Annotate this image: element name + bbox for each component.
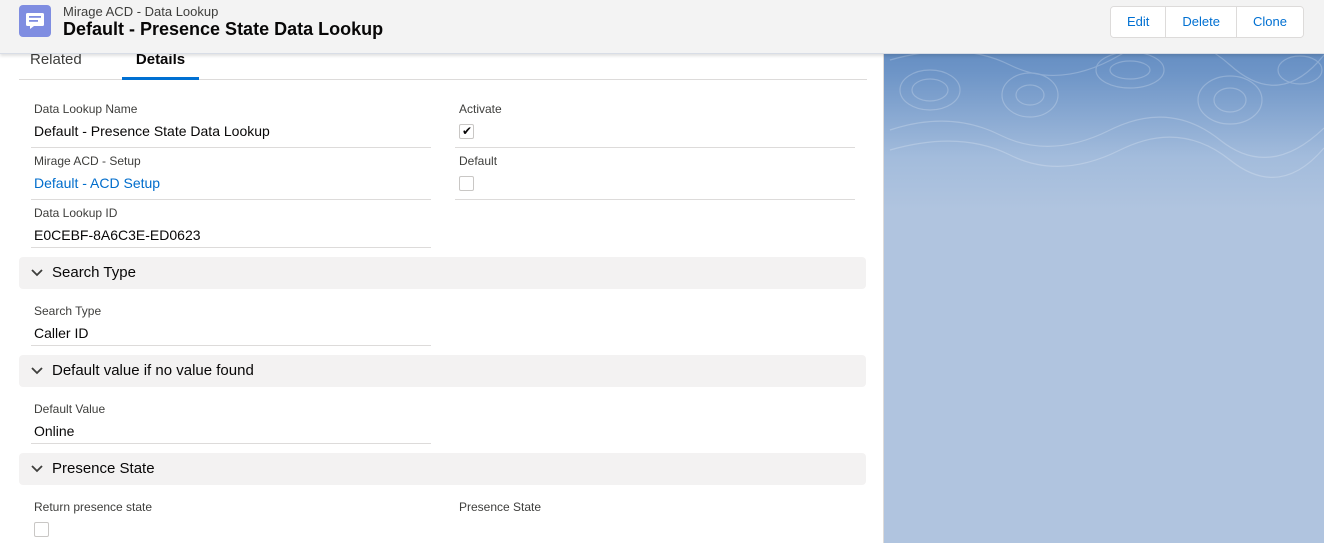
field-label: Search Type xyxy=(34,304,102,318)
field-data-lookup-name: Data Lookup Name Default - Presence Stat… xyxy=(34,102,432,141)
field-label: Return presence state xyxy=(34,500,153,514)
section-default-value[interactable]: Default value if no value found xyxy=(19,355,866,387)
field-activate: Activate ✔ xyxy=(459,102,857,139)
chevron-down-icon xyxy=(31,367,43,375)
return-presence-checkbox xyxy=(34,522,49,537)
section-title: Default value if no value found xyxy=(52,362,254,379)
field-value: Online xyxy=(34,423,75,439)
record-icon xyxy=(19,5,51,37)
edit-button[interactable]: Edit xyxy=(1111,7,1166,37)
field-search-type: Search Type Caller ID xyxy=(34,304,432,343)
activate-checkbox: ✔ xyxy=(459,124,474,139)
field-label: Data Lookup ID xyxy=(34,206,118,220)
object-type-label: Mirage ACD - Data Lookup xyxy=(63,4,219,19)
checkmark-icon: ✔ xyxy=(462,124,473,138)
section-title: Search Type xyxy=(52,264,136,281)
section-title: Presence State xyxy=(52,460,155,477)
field-label: Mirage ACD - Setup xyxy=(34,154,141,168)
field-divider xyxy=(31,247,431,248)
record-title: Default - Presence State Data Lookup xyxy=(63,19,384,39)
field-divider xyxy=(31,443,431,444)
field-label: Default xyxy=(459,154,498,168)
field-divider xyxy=(31,345,431,346)
field-value: Default - Presence State Data Lookup xyxy=(34,123,270,139)
tab-details[interactable]: Details xyxy=(122,52,199,80)
field-value: Caller ID xyxy=(34,325,89,341)
tab-bar: Related Details xyxy=(19,52,867,80)
field-return-presence-state: Return presence state xyxy=(34,500,432,537)
section-search-type[interactable]: Search Type xyxy=(19,257,866,289)
field-data-lookup-id: Data Lookup ID E0CEBF-8A6C3E-ED0623 xyxy=(34,206,432,245)
default-checkbox xyxy=(459,176,474,191)
record-detail-card: Related Details Data Lookup Name Default… xyxy=(0,52,884,543)
field-label: Data Lookup Name xyxy=(34,102,138,116)
field-acd-setup: Mirage ACD - Setup Default - ACD Setup xyxy=(34,154,432,193)
acd-setup-link[interactable]: Default - ACD Setup xyxy=(34,175,432,193)
field-presence-state: Presence State xyxy=(459,500,857,514)
delete-button[interactable]: Delete xyxy=(1165,7,1236,37)
section-presence-state[interactable]: Presence State xyxy=(19,453,866,485)
field-label: Presence State xyxy=(459,500,542,514)
field-divider xyxy=(455,147,855,148)
chevron-down-icon xyxy=(31,269,43,277)
tab-related[interactable]: Related xyxy=(30,52,82,80)
field-divider xyxy=(31,199,431,200)
chevron-down-icon xyxy=(31,465,43,473)
clone-button[interactable]: Clone xyxy=(1235,7,1303,37)
field-default-value: Default Value Online xyxy=(34,402,432,441)
field-value: E0CEBF-8A6C3E-ED0623 xyxy=(34,227,201,243)
action-button-group: Edit Delete Clone xyxy=(1110,6,1304,38)
record-header: Mirage ACD - Data Lookup Default - Prese… xyxy=(0,0,1324,54)
field-default: Default xyxy=(459,154,857,191)
field-label: Default Value xyxy=(34,402,106,416)
field-divider xyxy=(455,199,855,200)
field-divider xyxy=(31,147,431,148)
field-label: Activate xyxy=(459,102,502,116)
